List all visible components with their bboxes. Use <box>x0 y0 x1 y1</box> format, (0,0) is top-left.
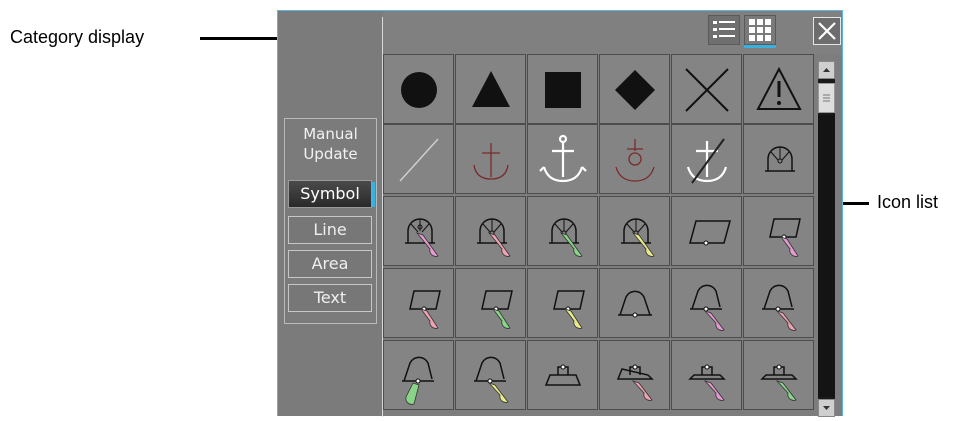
sector-dome-green-icon <box>549 218 583 257</box>
sector-dome-salmon-icon <box>477 218 511 257</box>
list-view-icon <box>713 21 735 38</box>
scroll-down-button[interactable] <box>818 399 835 417</box>
dome-icon <box>765 146 795 172</box>
sector-para-green-icon <box>481 290 513 329</box>
icon-cell[interactable] <box>599 268 670 338</box>
buoy-icon <box>544 364 582 386</box>
icon-cell[interactable] <box>599 54 670 124</box>
category-header-line2: Update <box>303 145 358 163</box>
scroll-track[interactable] <box>818 115 835 397</box>
icon-cell[interactable] <box>743 196 814 266</box>
diamond-icon <box>615 70 655 110</box>
icon-cell[interactable] <box>743 268 814 338</box>
anchor-prohibited-icon <box>686 138 728 184</box>
icon-cell[interactable] <box>671 196 742 266</box>
sector-para-yellow-icon <box>553 290 585 329</box>
icon-cell[interactable] <box>455 54 526 124</box>
icon-cell[interactable] <box>383 124 454 194</box>
grip-icon <box>823 94 830 102</box>
icon-cell[interactable] <box>599 124 670 194</box>
grid-view-icon <box>749 19 771 41</box>
category-sidebar: Manual Update Symbol Line Area Text <box>278 11 382 416</box>
icon-cell[interactable] <box>527 340 598 410</box>
sector-dome-yellow-icon <box>621 218 655 257</box>
sector-buoy-green-icon <box>760 364 798 401</box>
beacon-icon <box>618 290 652 318</box>
category-header-line1: Manual <box>303 125 358 143</box>
category-line-label: Line <box>313 220 347 239</box>
warning-icon <box>756 66 802 110</box>
sector-buoy-pink-icon <box>688 364 726 401</box>
scroll-up-button[interactable] <box>818 61 835 79</box>
icon-cell[interactable] <box>455 124 526 194</box>
anchor-ring-red-icon <box>615 139 655 182</box>
scroll-thumb[interactable] <box>818 83 835 113</box>
icon-list-callout: Icon list <box>877 192 939 212</box>
icon-cell[interactable] <box>455 340 526 410</box>
close-button[interactable] <box>813 17 841 45</box>
diagonal-line-icon <box>399 138 439 182</box>
sector-buoy-salmon-icon <box>616 364 654 401</box>
icon-cell[interactable] <box>383 54 454 124</box>
category-symbol-label: Symbol <box>300 184 360 203</box>
icon-cell[interactable] <box>383 340 454 410</box>
icon-cell[interactable] <box>455 196 526 266</box>
icon-cell[interactable] <box>599 340 670 410</box>
icon-cell[interactable] <box>527 124 598 194</box>
sector-beacon-pink-icon <box>690 284 725 331</box>
parallelogram-icon <box>689 220 731 246</box>
icon-cell[interactable] <box>671 340 742 410</box>
sector-para-salmon-icon <box>409 290 441 329</box>
icon-cell[interactable] <box>743 124 814 194</box>
scrollbar[interactable] <box>818 61 835 417</box>
category-symbol-button[interactable]: Symbol <box>288 180 375 208</box>
toolbar <box>383 11 842 54</box>
icon-list <box>383 54 815 417</box>
symbol-panel: Manual Update Symbol Line Area Text <box>277 10 843 417</box>
chevron-down-icon <box>823 406 830 410</box>
sector-beacon-green-icon <box>402 356 434 405</box>
active-view-indicator <box>744 45 776 48</box>
icon-cell[interactable] <box>527 54 598 124</box>
icon-cell[interactable] <box>527 268 598 338</box>
sector-dome-pink-icon <box>405 218 439 257</box>
category-text-button[interactable]: Text <box>288 284 372 312</box>
category-line-button[interactable]: Line <box>288 216 372 244</box>
close-icon <box>818 22 836 40</box>
icon-cell[interactable] <box>671 54 742 124</box>
category-box: Manual Update Symbol Line Area Text <box>284 118 377 324</box>
category-area-label: Area <box>311 254 349 273</box>
icon-cell[interactable] <box>671 124 742 194</box>
category-display-callout: Category display <box>10 27 145 47</box>
chevron-up-icon <box>823 68 830 72</box>
selection-indicator <box>372 182 375 207</box>
sector-para-pink-icon <box>769 218 801 257</box>
icon-cell[interactable] <box>383 196 454 266</box>
icon-cell[interactable] <box>671 268 742 338</box>
cross-icon <box>685 68 729 112</box>
icon-cell[interactable] <box>743 54 814 124</box>
triangle-icon <box>472 71 510 107</box>
icon-cell[interactable] <box>599 196 670 266</box>
category-text-label: Text <box>313 288 347 307</box>
icon-cell[interactable] <box>527 196 598 266</box>
icon-cell[interactable] <box>383 268 454 338</box>
circle-icon <box>401 72 437 108</box>
anchor-red-icon <box>473 143 509 180</box>
square-icon <box>545 72 581 108</box>
list-view-button[interactable] <box>708 15 740 45</box>
category-area-button[interactable]: Area <box>288 250 372 278</box>
anchor-white-icon <box>539 134 587 183</box>
grid-view-button[interactable] <box>744 15 776 48</box>
sector-beacon-yellow-icon <box>474 356 509 403</box>
icon-cell[interactable] <box>455 268 526 338</box>
icon-cell[interactable] <box>743 340 814 410</box>
sector-beacon-salmon-icon <box>762 284 797 331</box>
